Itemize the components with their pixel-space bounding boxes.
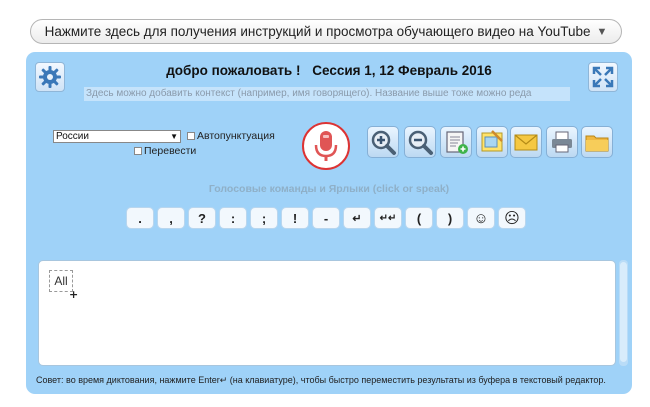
new-note-icon	[446, 131, 468, 154]
tip-text: Совет: во время диктования, нажмите Ente…	[36, 375, 606, 385]
translate-checkbox[interactable]: Перевести	[134, 145, 196, 157]
welcome-text: добро пожаловать !	[166, 63, 301, 78]
language-value: России	[56, 131, 89, 142]
notes-icon	[481, 130, 503, 152]
punct-button-newline[interactable]: ↵	[343, 207, 371, 229]
print-button[interactable]	[546, 126, 578, 158]
checkbox-box[interactable]	[134, 147, 142, 155]
checkbox-box[interactable]	[187, 132, 195, 140]
punct-button-semicolon[interactable]: ;	[250, 207, 278, 229]
session-title: добро пожаловать ! Сессия 1, 12 Февраль …	[26, 63, 632, 78]
chevron-down-icon: ▼	[170, 132, 178, 141]
zoom-out-icon	[408, 130, 433, 155]
punct-button-dash[interactable]: -	[312, 207, 340, 229]
punct-button-period[interactable]: .	[126, 207, 154, 229]
punct-button-question[interactable]: ?	[188, 207, 216, 229]
punct-button-new-paragraph[interactable]: ↵↵	[374, 207, 402, 229]
punct-button-exclamation[interactable]: !	[281, 207, 309, 229]
voice-commands-label: Голосовые команды и Ярлыки (click or spe…	[208, 183, 450, 195]
zoom-out-button[interactable]	[404, 126, 436, 158]
microphone-button[interactable]	[302, 122, 350, 170]
punct-button-colon[interactable]: :	[219, 207, 247, 229]
punct-button-close-paren[interactable]: )	[436, 207, 464, 229]
scrollbar-thumb[interactable]	[620, 262, 627, 362]
frown-button[interactable]: ☹	[498, 207, 526, 229]
plus-icon[interactable]: +	[69, 288, 78, 301]
text-editor[interactable]: All +	[38, 260, 616, 366]
editor-scrollbar[interactable]	[619, 260, 628, 366]
autopunct-checkbox[interactable]: Автопунктуация	[187, 130, 275, 142]
main-panel: добро пожаловать ! Сессия 1, 12 Февраль …	[26, 52, 632, 394]
dropdown-arrow-icon: ▼	[596, 25, 608, 38]
youtube-instructions-banner[interactable]: Нажмите здесь для получения инструкций и…	[30, 19, 622, 44]
smiley-button[interactable]: ☺	[467, 207, 495, 229]
zoom-in-icon	[371, 130, 396, 155]
autopunct-label: Автопунктуация	[197, 130, 275, 142]
email-button[interactable]	[510, 126, 542, 158]
notes-button[interactable]	[476, 126, 508, 158]
translate-label: Перевести	[144, 145, 197, 157]
session-info[interactable]: Сессия 1, 12 Февраль 2016	[312, 63, 492, 78]
language-select[interactable]: России ▼	[53, 130, 181, 143]
punct-button-open-paren[interactable]: (	[405, 207, 433, 229]
folder-icon	[585, 135, 609, 152]
punct-button-comma[interactable]: ,	[157, 207, 185, 229]
microphone-icon	[314, 131, 338, 161]
print-icon	[552, 131, 572, 153]
new-note-button[interactable]	[440, 126, 472, 158]
zoom-in-button[interactable]	[367, 126, 399, 158]
email-icon	[514, 134, 538, 151]
folder-button[interactable]	[581, 126, 613, 158]
context-field[interactable]: Здесь можно добавить контекст (например,…	[84, 87, 570, 101]
banner-text: Нажмите здесь для получения инструкций и…	[44, 24, 591, 39]
